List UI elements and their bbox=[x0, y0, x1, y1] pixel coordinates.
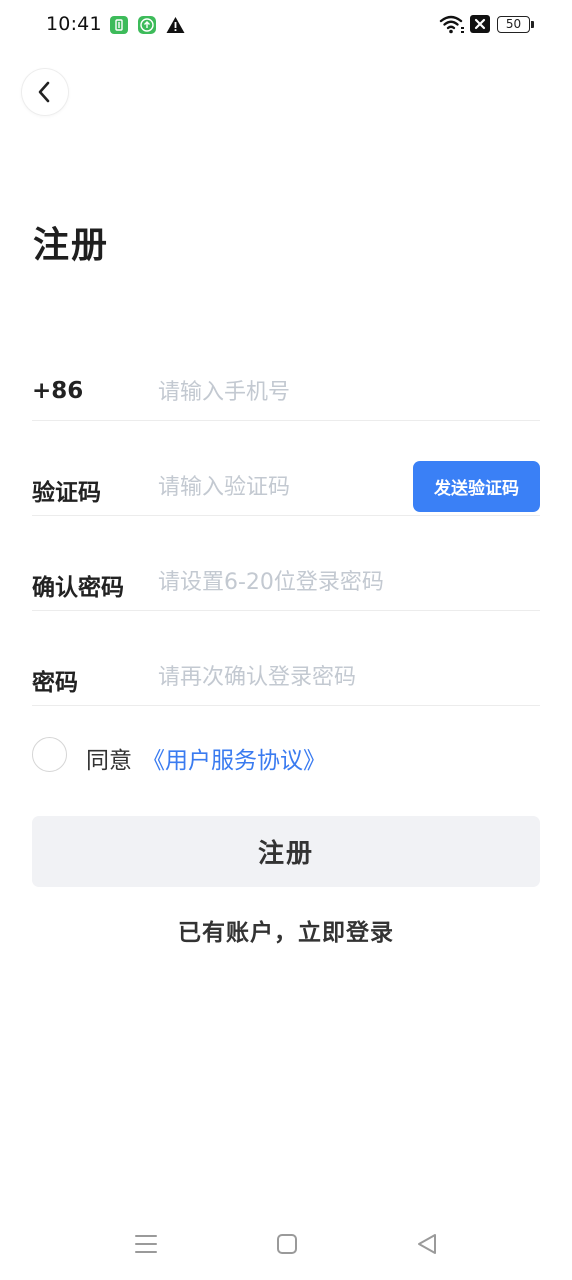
agreement-row: 同意 《用户服务协议》 bbox=[32, 737, 540, 777]
register-button[interactable]: 注册 bbox=[32, 816, 540, 887]
verification-code-label: 验证码 bbox=[32, 480, 101, 506]
user-service-agreement-link[interactable]: 《用户服务协议》 bbox=[142, 741, 326, 775]
wifi-icon bbox=[439, 13, 465, 39]
back-button[interactable] bbox=[22, 69, 68, 115]
login-link[interactable]: 已有账户，立即登录 bbox=[0, 913, 572, 947]
app-notification-icon bbox=[110, 16, 128, 34]
agreement-prefix: 同意 bbox=[86, 748, 132, 774]
country-code-label[interactable]: +86 bbox=[32, 378, 83, 404]
back-triangle-icon[interactable] bbox=[415, 1232, 439, 1260]
phone-input[interactable] bbox=[158, 374, 538, 410]
phone-row: +86 bbox=[32, 364, 540, 421]
confirm-password-input[interactable] bbox=[158, 564, 538, 600]
status-bar: 10:41 50 bbox=[0, 0, 572, 52]
confirm-password-row: 确认密码 bbox=[32, 554, 540, 611]
password-label: 密码 bbox=[32, 670, 78, 696]
verification-code-input[interactable] bbox=[158, 469, 398, 505]
send-code-button[interactable]: 发送验证码 bbox=[413, 461, 540, 512]
x-badge-icon bbox=[470, 15, 490, 33]
verification-code-row: 验证码 发送验证码 bbox=[32, 459, 540, 516]
password-row: 密码 bbox=[32, 649, 540, 706]
page-title: 注册 bbox=[33, 225, 110, 266]
agreement-checkbox[interactable] bbox=[32, 737, 67, 772]
menu-icon[interactable] bbox=[134, 1232, 158, 1260]
battery-icon: 50 bbox=[497, 16, 530, 33]
upload-notification-icon bbox=[138, 16, 156, 34]
chevron-left-icon bbox=[38, 81, 50, 103]
confirm-password-label: 确认密码 bbox=[32, 575, 124, 601]
battery-nub bbox=[531, 21, 534, 28]
home-icon[interactable] bbox=[275, 1232, 299, 1260]
status-time: 10:41 bbox=[46, 13, 102, 35]
password-input[interactable] bbox=[158, 659, 538, 695]
warning-icon bbox=[166, 16, 185, 38]
